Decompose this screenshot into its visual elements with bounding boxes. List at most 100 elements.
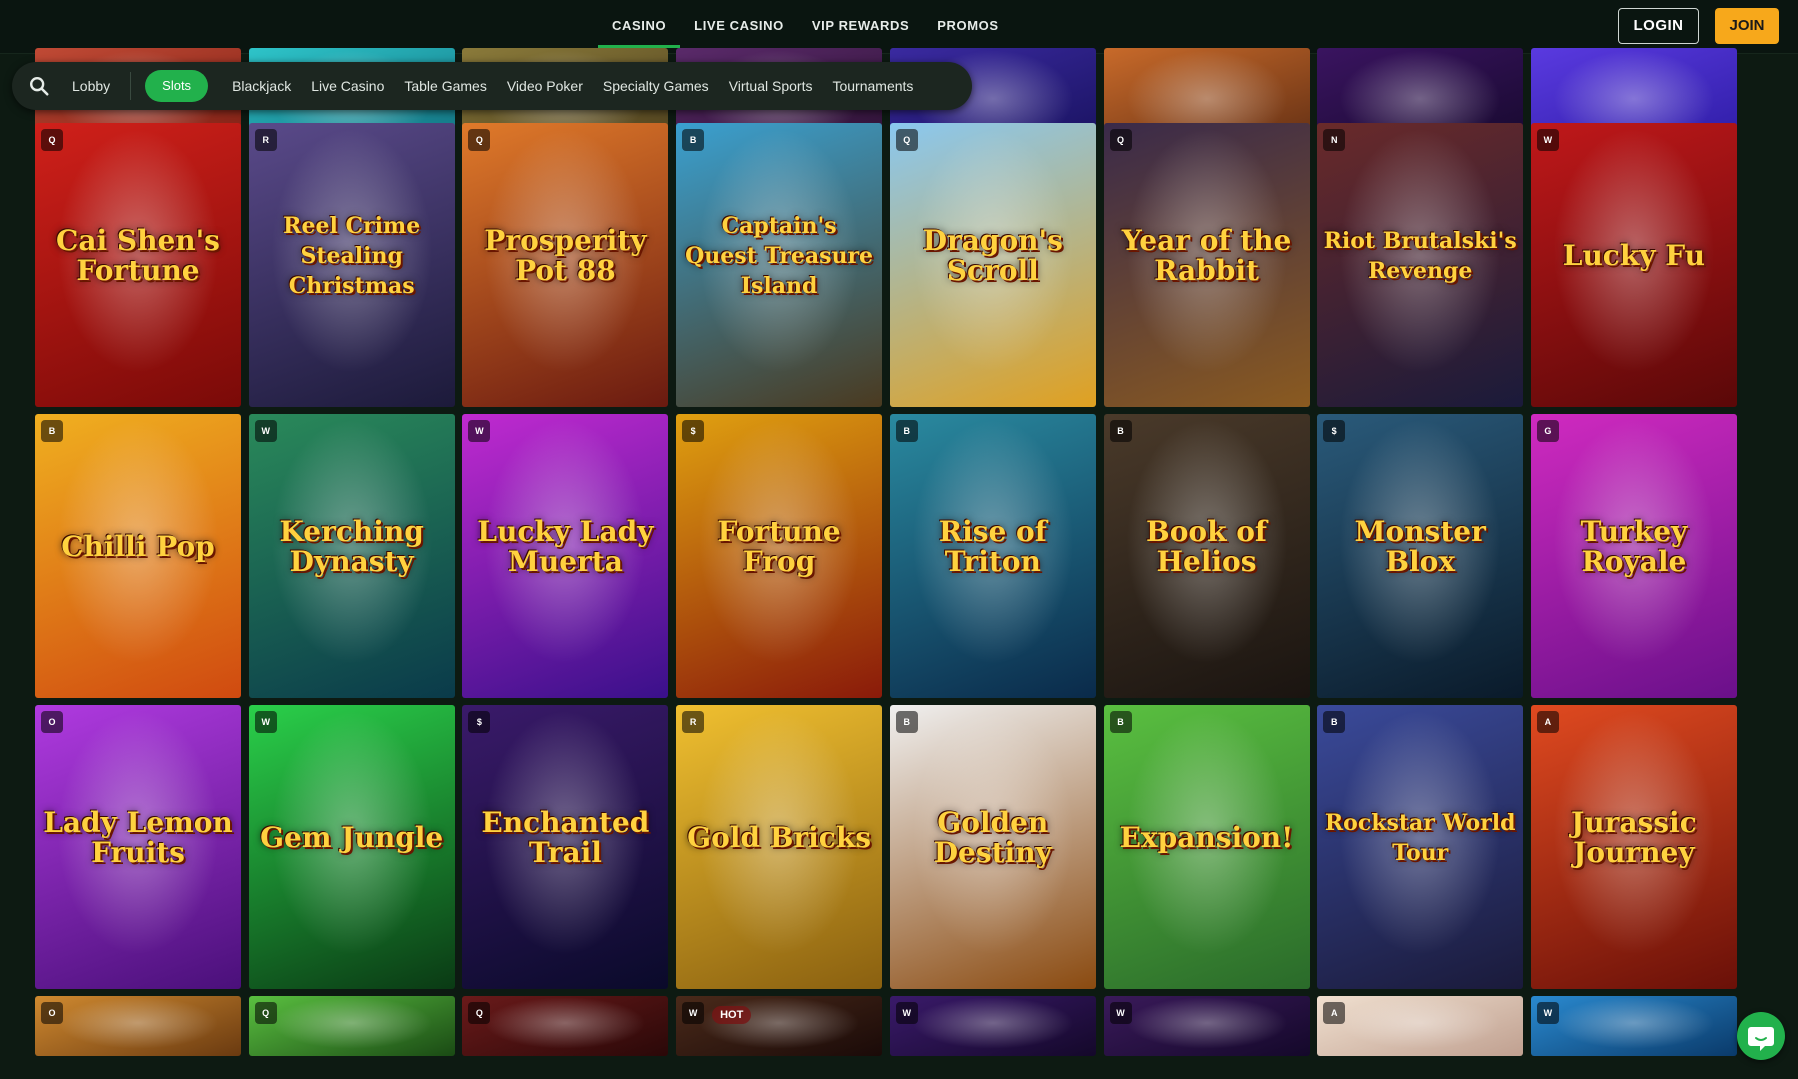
game-tile[interactable]: Year of the Rabbit Q — [1103, 123, 1310, 407]
provider-badge-icon: W — [254, 711, 277, 733]
join-button[interactable]: JOIN — [1715, 8, 1779, 44]
chat-icon — [1748, 1027, 1774, 1051]
game-tile[interactable]: Jurassic Journey A — [1530, 705, 1737, 989]
provider-badge-icon: $ — [1323, 420, 1346, 442]
game-tile[interactable]: A — [1317, 996, 1524, 1056]
game-tile[interactable]: W — [1103, 996, 1310, 1056]
provider-badge-icon: B — [1109, 420, 1132, 442]
game-tile[interactable]: Kerching Dynasty W — [248, 414, 455, 698]
search-icon[interactable] — [28, 75, 50, 97]
filter-virtual-sports[interactable]: Virtual Sports — [719, 62, 823, 110]
game-tile[interactable]: Prosperity Pot 88 Q — [462, 123, 669, 407]
game-title: Prosperity Pot 88 — [484, 224, 647, 288]
nav-promos[interactable]: PROMOS — [923, 0, 1012, 48]
login-button[interactable]: LOGIN — [1618, 8, 1699, 44]
game-tile[interactable]: Q — [248, 996, 455, 1056]
game-title: Dragon's Scroll — [922, 224, 1063, 288]
provider-badge-icon: Q — [254, 1002, 277, 1024]
filter-lobby[interactable]: Lobby — [72, 62, 120, 110]
tile-art — [1530, 996, 1737, 1056]
game-title: Turkey Royale — [1580, 515, 1688, 579]
game-tile[interactable]: Lucky Lady Muerta W — [462, 414, 669, 698]
provider-badge-icon: Q — [468, 1002, 491, 1024]
filter-video-poker[interactable]: Video Poker — [497, 62, 593, 110]
game-grid: Cai Shen's Fortune Q Reel Crime Stealing C… — [35, 48, 1748, 1079]
filter-blackjack[interactable]: Blackjack — [222, 62, 301, 110]
provider-badge-icon: W — [468, 420, 491, 442]
game-title: Captain's Quest Treasure Island — [685, 213, 874, 300]
tile-art — [248, 996, 455, 1056]
provider-badge-icon: A — [1536, 711, 1559, 733]
provider-badge-icon: B — [1109, 711, 1132, 733]
provider-badge-icon: B — [895, 711, 918, 733]
game-title: Lucky Fu — [1562, 239, 1706, 273]
game-title: Jurassic Journey — [1571, 806, 1697, 870]
game-title: Fortune Frog — [717, 515, 841, 579]
filter-slots-active[interactable]: Slots — [145, 70, 209, 102]
game-title: Gold Bricks — [687, 821, 871, 855]
filter-specialty-games[interactable]: Specialty Games — [593, 62, 719, 110]
tile-art — [1103, 996, 1310, 1056]
game-tile[interactable]: O — [35, 996, 241, 1056]
provider-badge-icon: Q — [1109, 129, 1132, 151]
game-tile[interactable]: Lady Lemon Fruits O — [35, 705, 241, 989]
game-tile[interactable]: Chilli Pop B — [35, 414, 241, 698]
game-title: Riot Brutalski's Revenge — [1323, 228, 1517, 285]
tile-art — [462, 996, 669, 1056]
game-title: Year of the Rabbit — [1121, 224, 1292, 288]
game-tile[interactable]: Dragon's Scroll Q — [889, 123, 1096, 407]
provider-badge-icon: O — [41, 711, 63, 733]
game-tile[interactable]: Rockstar World Tour B — [1317, 705, 1524, 989]
game-tile[interactable]: Reel Crime Stealing Christmas R — [248, 123, 455, 407]
game-title: Rockstar World Tour — [1324, 810, 1516, 867]
chat-button[interactable] — [1737, 1012, 1785, 1060]
game-title: Lucky Lady Muerta — [477, 515, 654, 579]
game-tile[interactable]: Q — [462, 996, 669, 1056]
provider-badge-icon: W — [1536, 1002, 1559, 1024]
nav-vip-rewards[interactable]: VIP REWARDS — [798, 0, 923, 48]
game-tile[interactable]: Gem Jungle W — [248, 705, 455, 989]
filter-table-games[interactable]: Table Games — [394, 62, 496, 110]
game-tile[interactable]: W HOT — [676, 996, 883, 1056]
nav-live-casino[interactable]: LIVE CASINO — [680, 0, 798, 48]
filter-live-casino[interactable]: Live Casino — [301, 62, 394, 110]
provider-badge-icon: R — [254, 129, 277, 151]
game-title: Chilli Pop — [61, 530, 215, 564]
game-tile[interactable]: Monster Blox $ — [1317, 414, 1524, 698]
nav-casino[interactable]: CASINO — [598, 0, 681, 48]
provider-badge-icon: B — [895, 420, 918, 442]
provider-badge-icon: Q — [468, 129, 491, 151]
category-filter-bar: Lobby Slots Blackjack Live Casino Table Ga… — [12, 62, 972, 110]
game-tile[interactable]: Cai Shen's Fortune Q — [35, 123, 241, 407]
game-tile[interactable]: Turkey Royale G — [1530, 414, 1737, 698]
game-tile[interactable]: W — [889, 996, 1096, 1056]
provider-badge-icon: B — [682, 129, 705, 151]
provider-badge-icon: W — [1109, 1002, 1132, 1024]
provider-badge-icon: W — [1536, 129, 1559, 151]
game-title: Golden Destiny — [933, 806, 1052, 870]
provider-badge-icon: $ — [468, 711, 491, 733]
game-title: Monster Blox — [1354, 515, 1486, 579]
tile-art — [35, 996, 241, 1056]
tile-art — [1317, 996, 1524, 1056]
game-tile[interactable]: Enchanted Trail $ — [462, 705, 669, 989]
filter-divider — [130, 72, 132, 100]
game-tile[interactable]: Rise of Triton B — [889, 414, 1096, 698]
provider-badge-icon: Q — [895, 129, 918, 151]
filter-tournaments[interactable]: Tournaments — [822, 62, 923, 110]
main-nav: CASINO LIVE CASINO VIP REWARDS PROMOS — [598, 0, 1013, 54]
game-tile[interactable]: Gold Bricks R — [676, 705, 883, 989]
game-tile[interactable]: Golden Destiny B — [889, 705, 1096, 989]
game-tile[interactable]: Captain's Quest Treasure Island B — [676, 123, 883, 407]
game-title: Expansion! — [1119, 821, 1294, 855]
game-tile[interactable]: Book of Helios B — [1103, 414, 1310, 698]
game-tile[interactable]: Riot Brutalski's Revenge N — [1317, 123, 1524, 407]
game-title: Enchanted Trail — [481, 806, 650, 870]
game-tile[interactable]: Lucky Fu W — [1530, 123, 1737, 407]
game-tile[interactable]: W — [1530, 996, 1737, 1056]
provider-badge-icon: Q — [41, 129, 63, 151]
game-tile[interactable]: Fortune Frog $ — [676, 414, 883, 698]
game-title: Reel Crime Stealing Christmas — [283, 213, 421, 300]
game-tile[interactable]: Expansion! B — [1103, 705, 1310, 989]
provider-badge-icon: B — [41, 420, 63, 442]
